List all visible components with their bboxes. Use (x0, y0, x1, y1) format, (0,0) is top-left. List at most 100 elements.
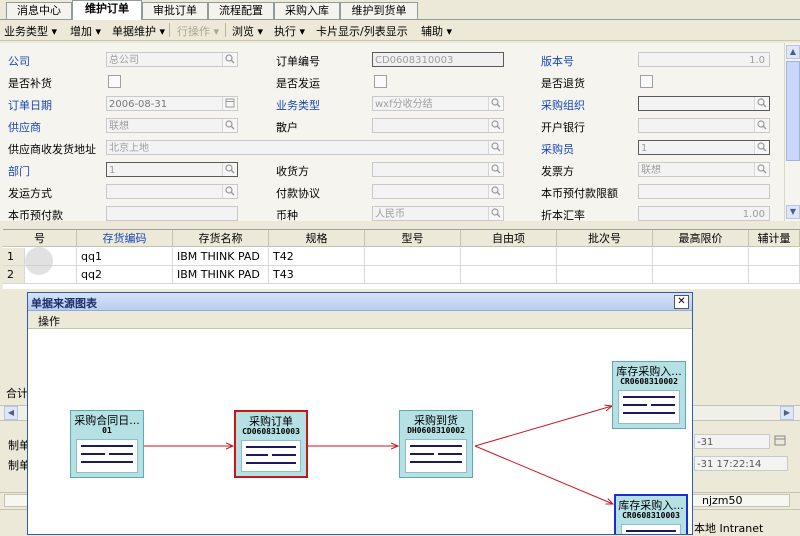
search-icon[interactable] (222, 119, 237, 132)
payment-field[interactable] (372, 184, 504, 199)
col-header-name[interactable]: 存货名称 (173, 230, 269, 247)
rate-field[interactable]: 1.00 (638, 206, 770, 221)
menu-card-list-toggle[interactable]: 卡片显示/列表显示 (316, 23, 408, 39)
flow-node-inbound-2[interactable]: 库存采购入... CR0608310003 (614, 494, 688, 534)
tab-process-config[interactable]: 流程配置 (208, 2, 274, 19)
scroll-up-icon[interactable]: ▲ (786, 45, 800, 59)
date-field[interactable]: -31 (694, 434, 770, 449)
row-cell[interactable] (557, 248, 653, 266)
col-header-aux-unit[interactable]: 辅计量 (749, 230, 800, 247)
flow-node-purchase-order[interactable]: 采购订单 CD0608310003 (234, 410, 308, 478)
col-header-code[interactable]: 存货编码 (77, 230, 173, 247)
search-icon[interactable] (488, 119, 503, 132)
col-header-batch[interactable]: 批次号 (557, 230, 653, 247)
menu-business-type[interactable]: 业务类型 ▾ (4, 23, 57, 39)
row-cell[interactable] (365, 248, 461, 266)
menu-browse[interactable]: 浏览 ▾ (232, 23, 263, 39)
search-icon[interactable] (754, 97, 769, 110)
search-icon[interactable] (488, 207, 503, 220)
scroll-thumb[interactable] (786, 61, 800, 161)
scroll-down-icon[interactable]: ▼ (786, 205, 800, 219)
row-cell[interactable] (749, 248, 800, 266)
row-code[interactable]: qq1 (77, 248, 173, 266)
scroll-left-icon[interactable]: ◀ (4, 406, 18, 420)
calendar-icon[interactable] (222, 97, 237, 110)
menu-row-operation[interactable]: 行操作 ▾ (177, 23, 219, 39)
tab-maintain-arrival[interactable]: 维护到货单 (340, 2, 418, 19)
calendar-icon[interactable] (774, 434, 788, 449)
prepay-field[interactable] (106, 206, 238, 221)
node-code: CR0608310003 (622, 511, 680, 520)
collapse-handle-icon[interactable] (25, 247, 53, 275)
search-icon[interactable] (754, 163, 769, 176)
splitter[interactable] (0, 221, 800, 229)
ship-addr-field[interactable]: 北京上地 (106, 140, 504, 155)
search-icon[interactable] (488, 163, 503, 176)
search-icon[interactable] (488, 97, 503, 110)
flow-node-contract[interactable]: 采购合同日... 01 (70, 410, 144, 478)
row-cell[interactable] (653, 266, 749, 284)
search-icon[interactable] (754, 141, 769, 154)
currency-field[interactable]: 人民币 (372, 206, 504, 221)
search-icon[interactable] (488, 141, 503, 154)
company-field[interactable]: 总公司 (106, 52, 238, 67)
menu-assist[interactable]: 辅助 ▾ (421, 23, 452, 39)
menu-separator (169, 23, 170, 37)
search-icon[interactable] (222, 185, 237, 198)
order-no-field[interactable]: CD0608310003 (372, 52, 504, 67)
tab-purchase-inbound[interactable]: 采购入库 (274, 2, 340, 19)
menu-add[interactable]: 增加 ▾ (70, 23, 101, 39)
ship-method-field[interactable] (106, 184, 238, 199)
buyer-field[interactable]: 1 (638, 140, 770, 155)
flow-node-arrival[interactable]: 采购到货 DH0608310002 (399, 410, 473, 478)
row-cell[interactable] (461, 248, 557, 266)
retail-field[interactable] (372, 118, 504, 133)
bank-field[interactable] (638, 118, 770, 133)
toolbar-menu: 业务类型 ▾ 增加 ▾ 单据维护 ▾ 行操作 ▾ 浏览 ▾ 执行 ▾ 卡片显示/… (0, 20, 800, 41)
col-header-no[interactable]: 号 (3, 230, 77, 247)
col-header-spec[interactable]: 规格 (269, 230, 365, 247)
replenish-checkbox[interactable] (108, 75, 121, 88)
timestamp-field[interactable]: -31 17:22:14 (694, 456, 788, 471)
row-code[interactable]: qq2 (77, 266, 173, 284)
order-date-field[interactable]: 2006-08-31 (106, 96, 238, 111)
tab-approve-order[interactable]: 审批订单 (142, 2, 208, 19)
search-icon[interactable] (222, 53, 237, 66)
row-cell[interactable] (557, 266, 653, 284)
row-name[interactable]: IBM THINK PAD (173, 248, 269, 266)
supplier-field[interactable]: 联想 (106, 118, 238, 133)
col-header-free[interactable]: 自由项 (461, 230, 557, 247)
ship-addr-label: 供应商收发货地址 (8, 143, 96, 156)
search-icon[interactable] (488, 185, 503, 198)
row-cell[interactable] (365, 266, 461, 284)
form-scrollbar[interactable]: ▲ ▼ (784, 43, 800, 221)
row-spec[interactable]: T42 (269, 248, 365, 266)
menu-execute[interactable]: 执行 ▾ (274, 23, 305, 39)
invoice-field[interactable]: 联想 (638, 162, 770, 177)
row-cell[interactable] (749, 266, 800, 284)
dept-field[interactable]: 1 (106, 162, 238, 177)
search-icon[interactable] (222, 163, 237, 176)
row-cell[interactable] (461, 266, 557, 284)
tab-message-center[interactable]: 消息中心 (6, 2, 72, 19)
tab-maintain-order[interactable]: 维护订单 (72, 0, 142, 20)
supplier-value: 联想 (109, 121, 129, 132)
menu-doc-maintain[interactable]: 单据维护 ▾ (112, 23, 165, 39)
shipped-checkbox[interactable] (374, 75, 387, 88)
flow-node-inbound-1[interactable]: 库存采购入... CR0608310002 (612, 361, 686, 429)
consignee-field[interactable] (372, 162, 504, 177)
prepay-limit-field[interactable] (638, 184, 770, 199)
return-checkbox[interactable] (640, 75, 653, 88)
search-icon[interactable] (754, 119, 769, 132)
row-spec[interactable]: T43 (269, 266, 365, 284)
row-cell[interactable] (653, 248, 749, 266)
purchase-org-field[interactable] (638, 96, 770, 111)
payment-label: 付款协议 (276, 187, 320, 200)
currency-value: 人民币 (375, 209, 405, 220)
col-header-max-price[interactable]: 最高限价 (653, 230, 749, 247)
col-header-model[interactable]: 型号 (365, 230, 461, 247)
biz-type-field[interactable]: wxf分收分结 (372, 96, 504, 111)
scroll-right-icon[interactable]: ▶ (780, 406, 794, 420)
row-name[interactable]: IBM THINK PAD (173, 266, 269, 284)
version-field[interactable]: 1.0 (638, 52, 770, 67)
